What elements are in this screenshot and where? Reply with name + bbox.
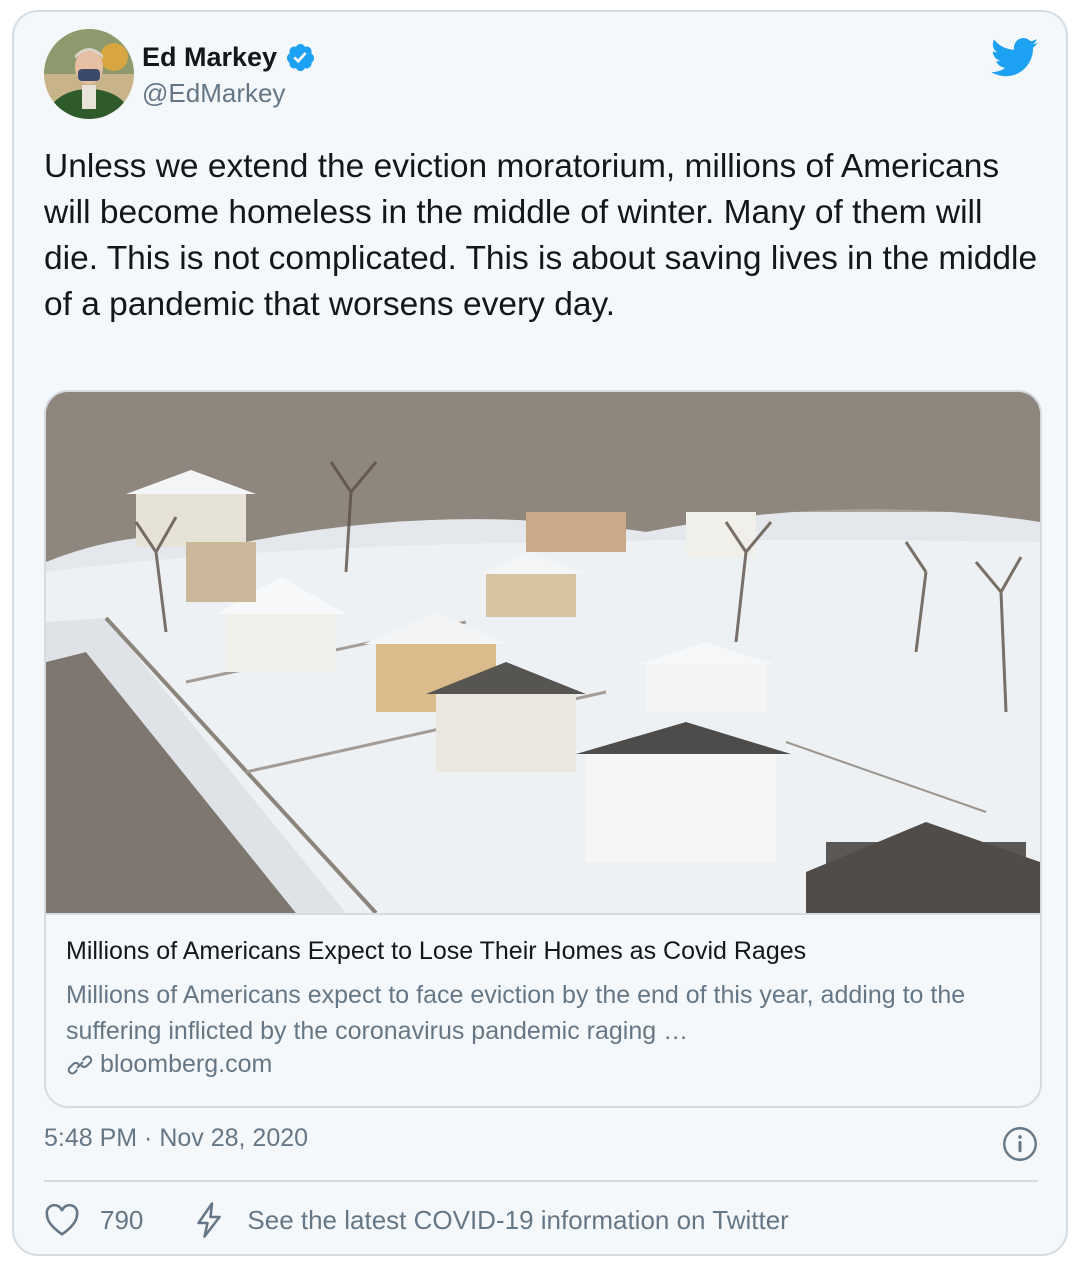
verified-badge-icon [287, 43, 315, 72]
link-icon [67, 1055, 93, 1074]
link-preview-card[interactable]: Millions of Americans Expect to Lose The… [44, 390, 1042, 1108]
lightning-bolt-icon[interactable] [193, 1202, 225, 1238]
tweet-text: Unless we extend the eviction moratorium… [44, 148, 1038, 323]
info-icon[interactable] [1002, 1126, 1038, 1162]
like-count[interactable]: 790 [100, 1205, 143, 1236]
heart-icon[interactable] [44, 1203, 80, 1237]
link-description: Millions of Americans expect to face evi… [66, 981, 966, 1045]
link-domain: bloomberg.com [100, 1050, 273, 1078]
twitter-bird-icon[interactable] [990, 38, 1040, 78]
tweet-actions: 790 See the latest COVID-19 information … [44, 1202, 789, 1238]
covid-info-link[interactable]: See the latest COVID-19 information on T… [247, 1205, 788, 1236]
aerial-snowy-neighborhood-photo[interactable] [46, 392, 1040, 915]
tweet-card: Ed Markey @EdMarkey Unless we extend the… [12, 10, 1068, 1256]
author-name[interactable]: Ed Markey [142, 42, 277, 73]
link-title[interactable]: Millions of Americans Expect to Lose The… [66, 937, 806, 966]
author-handle[interactable]: @EdMarkey [142, 78, 285, 109]
author-name-row: Ed Markey [142, 42, 316, 73]
tweet-timestamp[interactable]: 5:48 PM · Nov 28, 2020 [44, 1124, 308, 1153]
link-domain-row: bloomberg.com [66, 1050, 272, 1079]
avatar[interactable] [44, 29, 134, 119]
divider [44, 1180, 1038, 1182]
